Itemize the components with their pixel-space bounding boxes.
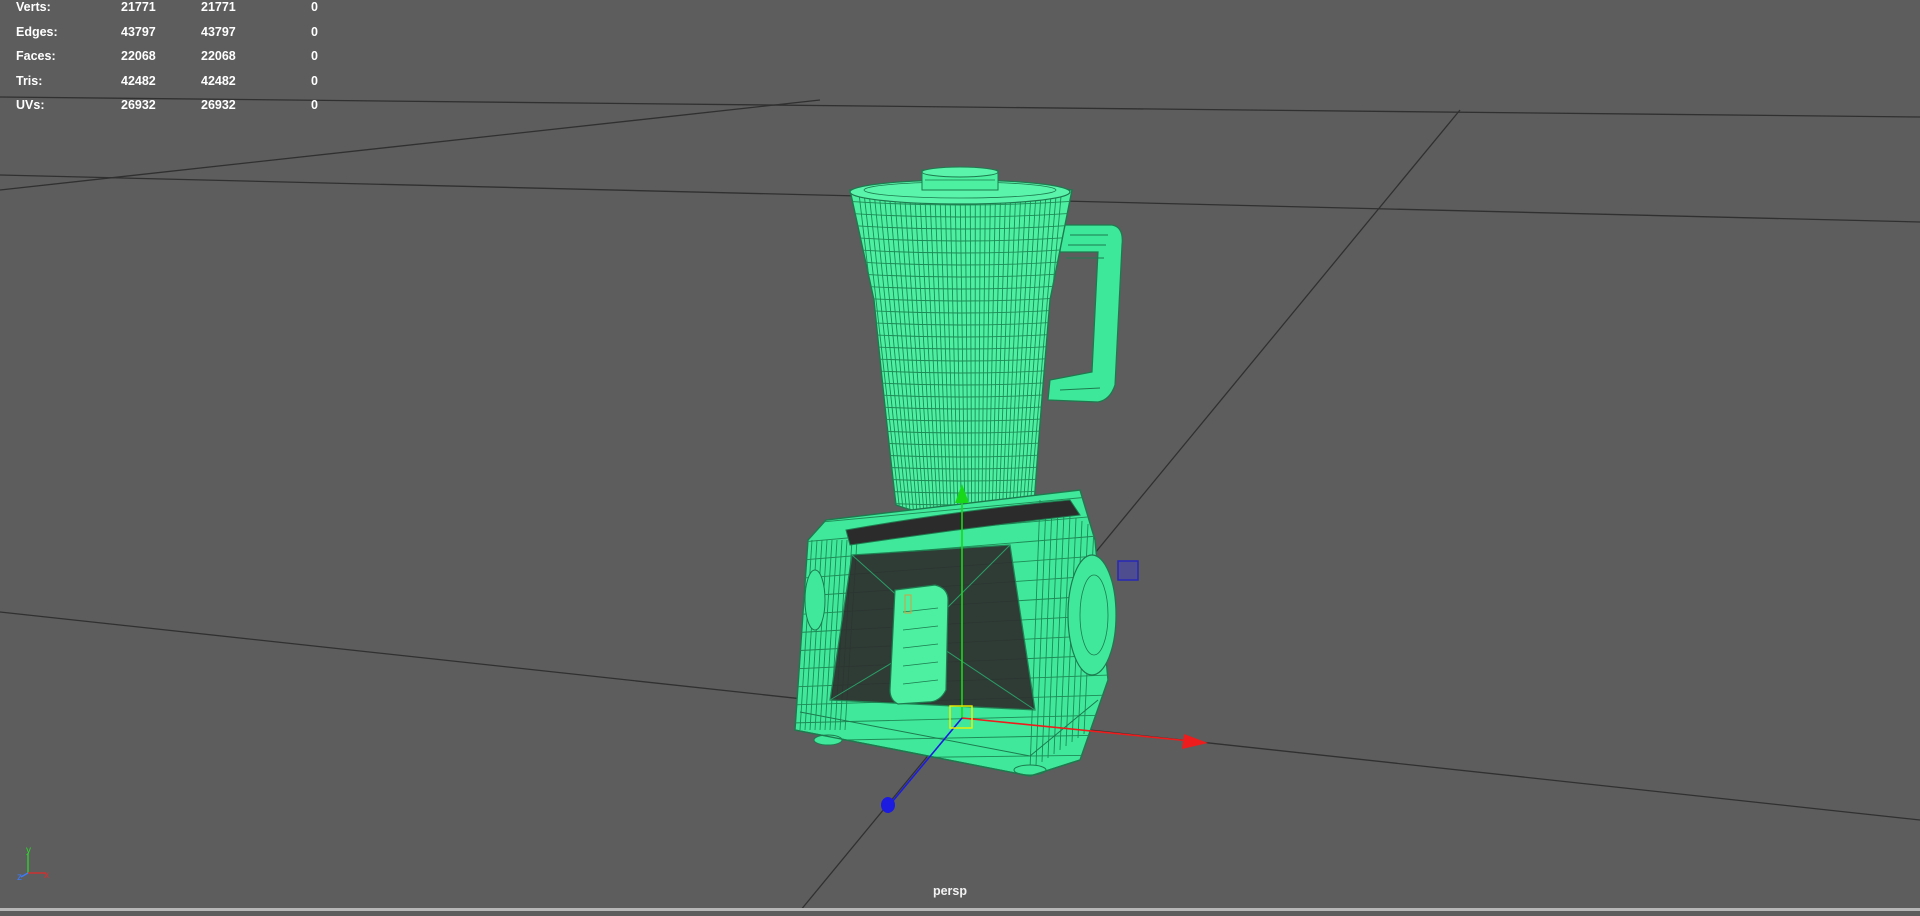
perspective-viewport[interactable]: y x z: [0, 0, 1920, 911]
blender-mesh-wireframe[interactable]: [790, 167, 1122, 776]
hud-label: UVs:: [16, 98, 44, 112]
poly-count-hud: Verts: 21771 21771 0 Edges: 43797 43797 …: [16, 0, 336, 123]
hud-label: Faces:: [16, 49, 56, 63]
hud-label: Tris:: [16, 74, 42, 88]
hud-value-total: 42482: [201, 74, 236, 88]
hud-row-tris: Tris: 42482 42482 0: [16, 74, 336, 99]
view-axis-icon: y x z: [17, 845, 49, 883]
hud-value-selected: 21771: [121, 0, 156, 14]
hud-value-selected: 43797: [121, 25, 156, 39]
side-knob: [1068, 555, 1116, 675]
hud-value-selected: 22068: [121, 49, 156, 63]
hud-label: Verts:: [16, 0, 51, 14]
hud-value-selection: 0: [311, 74, 318, 88]
hud-row-edges: Edges: 43797 43797 0: [16, 25, 336, 50]
axis-label-x: x: [44, 870, 49, 881]
hud-value-total: 21771: [201, 0, 236, 14]
hud-value-total: 43797: [201, 25, 236, 39]
hud-value-selection: 0: [311, 98, 318, 112]
hud-value-selected: 26932: [121, 98, 156, 112]
pivot-icon[interactable]: [1118, 561, 1138, 580]
hud-value-selected: 42482: [121, 74, 156, 88]
viewport-canvas[interactable]: y x z: [0, 0, 1920, 911]
hud-label: Edges:: [16, 25, 58, 39]
hud-value-selection: 0: [311, 0, 318, 14]
hud-value-selection: 0: [311, 25, 318, 39]
axis-label-y: y: [26, 845, 31, 856]
hud-row-verts: Verts: 21771 21771 0: [16, 0, 336, 25]
hud-row-uvs: UVs: 26932 26932 0: [16, 98, 336, 123]
hud-value-total: 22068: [201, 49, 236, 63]
hud-value-selection: 0: [311, 49, 318, 63]
hud-value-total: 26932: [201, 98, 236, 112]
hud-row-faces: Faces: 22068 22068 0: [16, 49, 336, 74]
camera-name-label: persp: [0, 884, 1900, 898]
control-panel: [890, 585, 948, 704]
axis-label-z: z: [17, 872, 22, 883]
